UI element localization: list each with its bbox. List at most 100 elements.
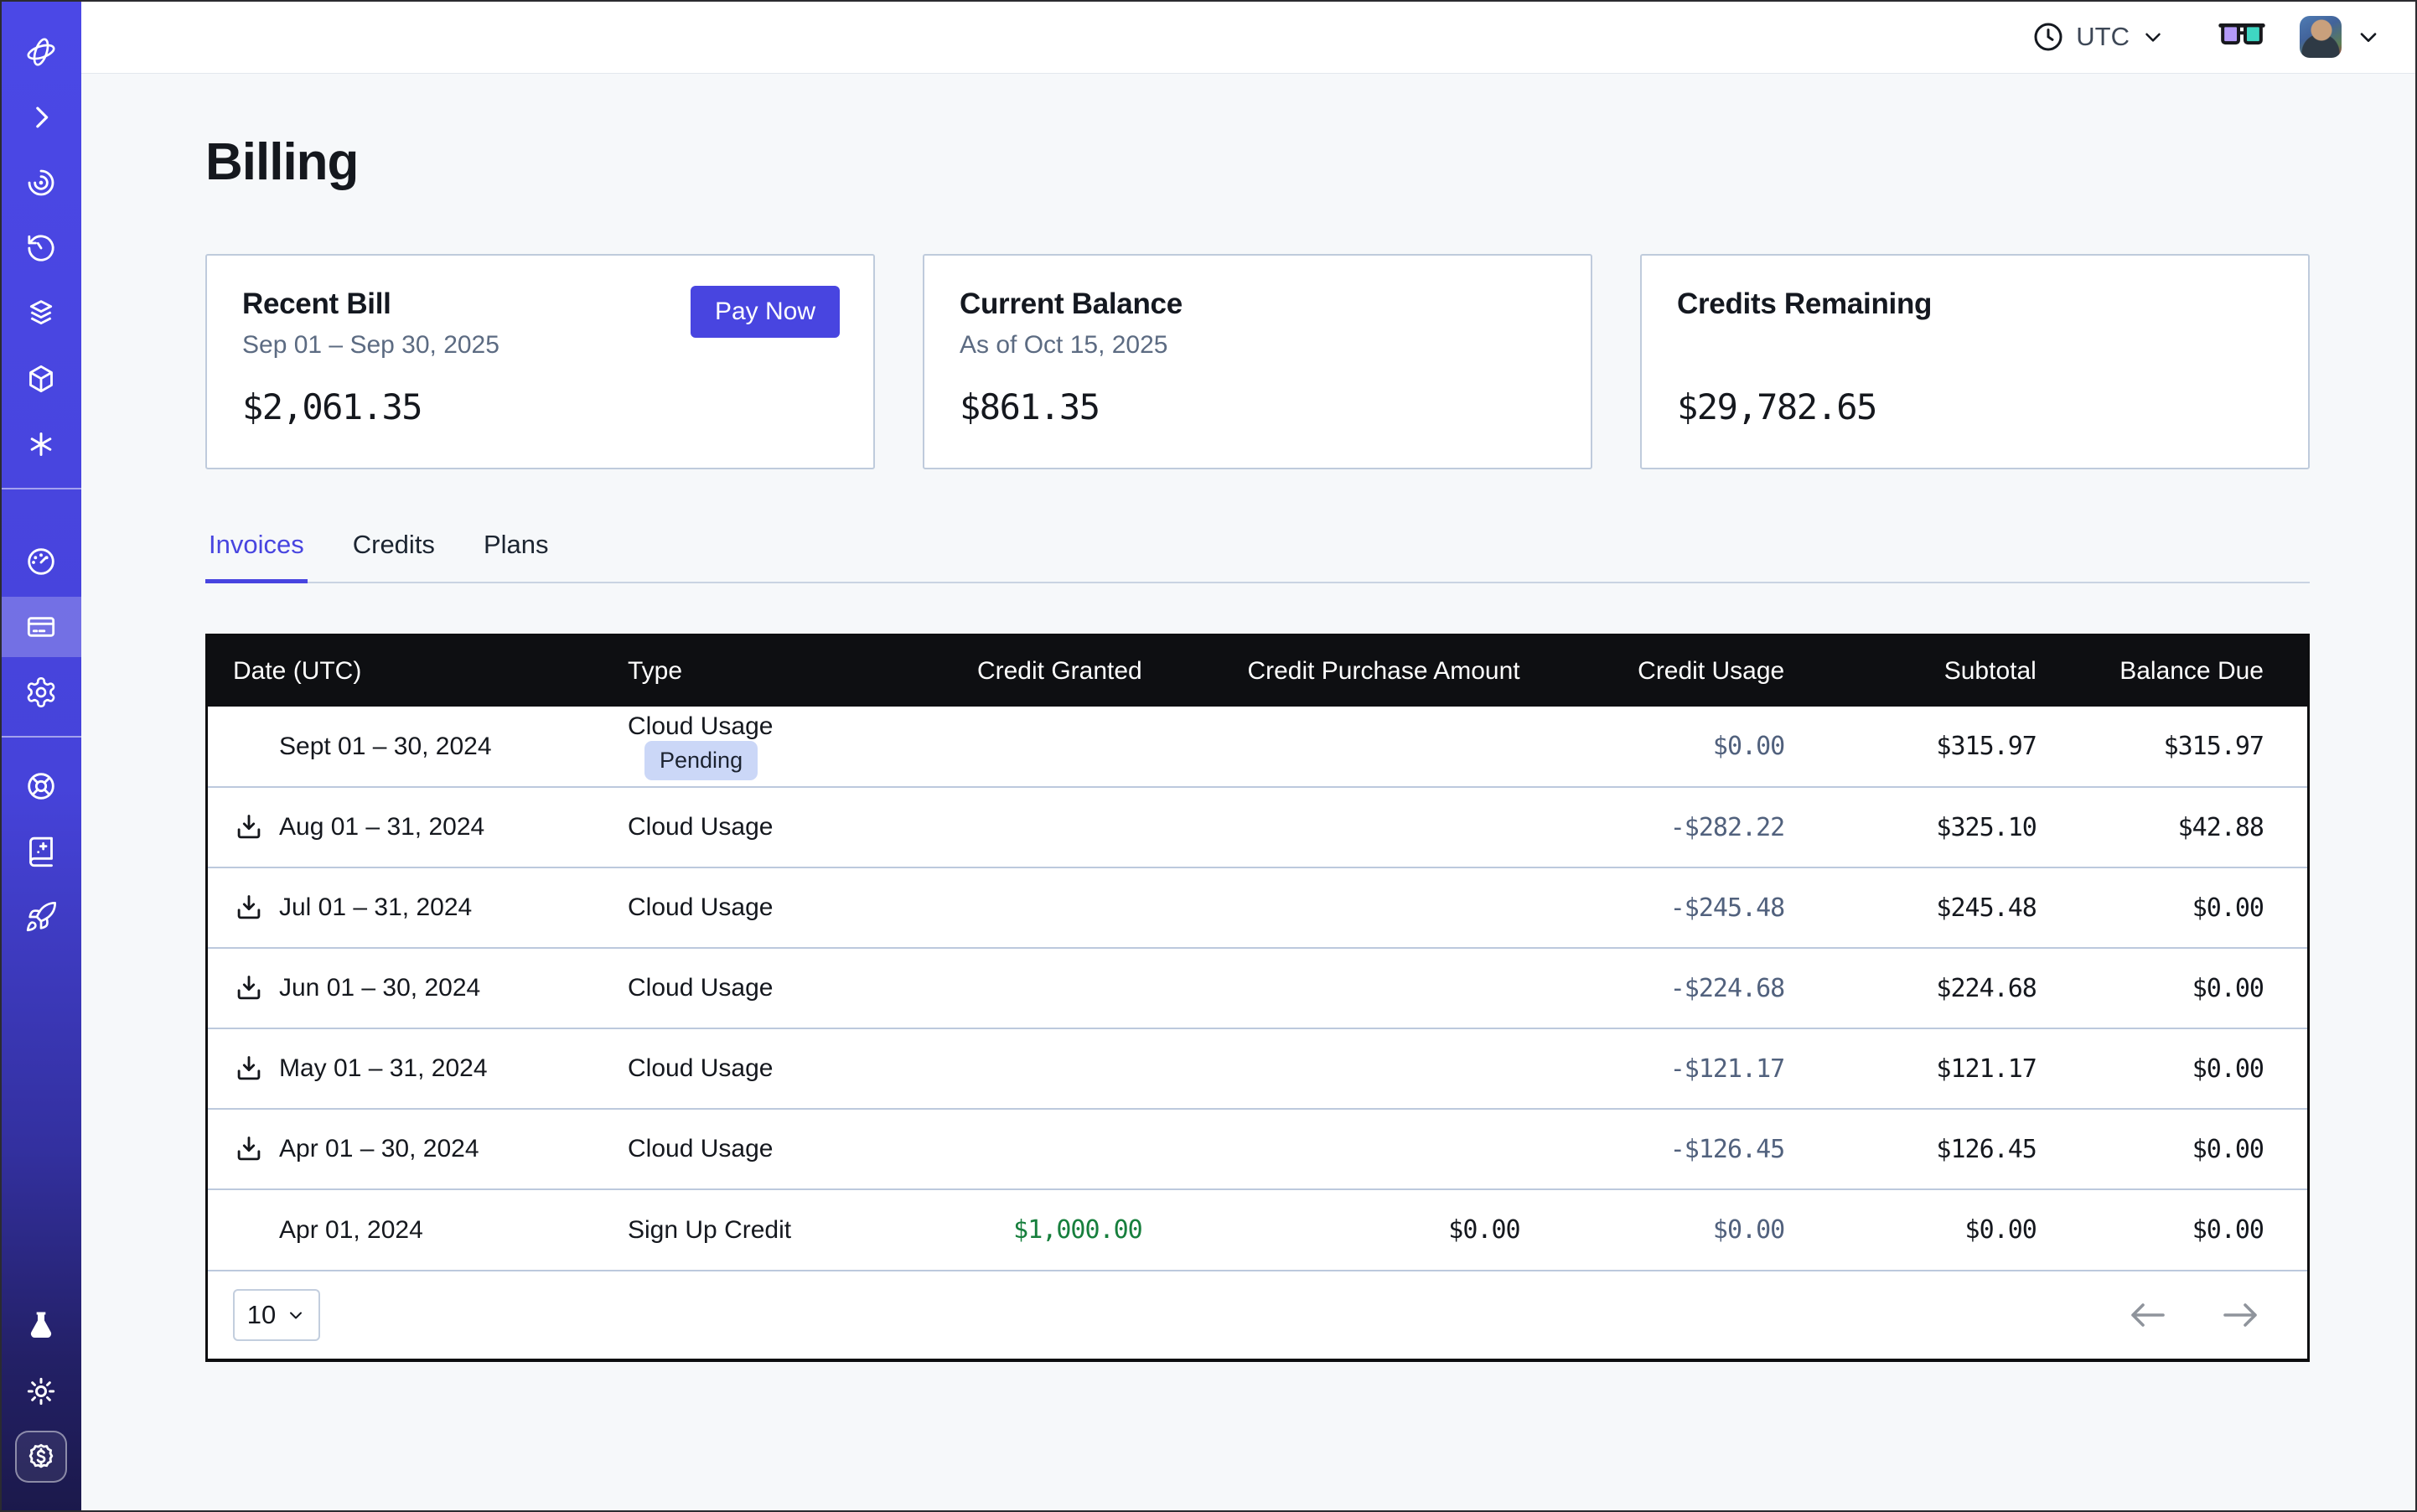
invoice-type-cell: Cloud Usage	[628, 787, 880, 867]
asterisk-icon	[24, 427, 58, 461]
dollar-badge-icon	[23, 1439, 59, 1474]
sidebar-item-usage[interactable]	[0, 531, 81, 592]
download-invoice-icon[interactable]	[233, 972, 265, 1004]
invoice-type: Cloud Usage	[628, 1054, 773, 1082]
card-title: Current Balance	[960, 287, 1555, 321]
invoice-type: Cloud Usage	[628, 813, 773, 841]
glasses-icon	[2218, 23, 2266, 51]
tab-invoices[interactable]: Invoices	[205, 530, 308, 583]
user-avatar[interactable]	[2300, 16, 2342, 58]
column-header: Subtotal	[1784, 636, 2037, 707]
invoice-date-cell: Jun 01 – 30, 2024	[208, 948, 628, 1028]
credit-granted-cell	[880, 867, 1142, 948]
balance-due-cell: $0.00	[2037, 948, 2307, 1028]
tab-plans[interactable]: Plans	[480, 530, 552, 583]
invoice-row: Apr 01 – 30, 2024Cloud Usage-$126.45$126…	[208, 1109, 2307, 1189]
pagination-controls	[2128, 1301, 2260, 1329]
sidebar-item-asterisk[interactable]	[0, 414, 81, 474]
credit-card-icon	[24, 610, 58, 644]
credit-usage-cell: -$224.68	[1520, 948, 1785, 1028]
invoice-type-cell: Cloud UsagePending	[628, 707, 880, 787]
status-badge: Pending	[644, 741, 758, 780]
recent-bill-amount: $2,061.35	[242, 386, 838, 427]
timezone-picker[interactable]: UTC	[2031, 20, 2166, 54]
invoice-row: May 01 – 31, 2024Cloud Usage-$121.17$121…	[208, 1028, 2307, 1109]
sidebar-item-theme-toggle[interactable]	[0, 1361, 81, 1421]
invoice-date-cell: May 01 – 31, 2024	[208, 1028, 628, 1109]
sidebar-item-layers[interactable]	[0, 283, 81, 344]
download-invoice-icon[interactable]	[233, 1053, 265, 1085]
download-invoice-icon[interactable]	[233, 1133, 265, 1165]
invoice-type: Cloud Usage	[628, 974, 773, 1002]
app-window: UTC Billing Recent Bill Sep 01	[0, 0, 2417, 1512]
tab-credits[interactable]: Credits	[349, 530, 438, 583]
sidebar-expand-button[interactable]	[0, 87, 81, 148]
subtotal-cell: $245.48	[1784, 867, 2037, 948]
subtotal-cell: $224.68	[1784, 948, 2037, 1028]
invoice-type-cell: Cloud Usage	[628, 1028, 880, 1109]
invoice-date-cell: Apr 01, 2024	[208, 1189, 628, 1270]
layers-icon	[24, 297, 58, 330]
subtotal-cell: $126.45	[1784, 1109, 2037, 1189]
sidebar-item-support[interactable]	[0, 756, 81, 816]
user-menu-button[interactable]	[2355, 23, 2382, 50]
invoice-row: Aug 01 – 31, 2024Cloud Usage-$282.22$325…	[208, 787, 2307, 867]
column-header: Credit Purchase Amount	[1142, 636, 1520, 707]
invoice-type-cell: Sign Up Credit	[628, 1189, 880, 1270]
chevron-right-icon	[24, 101, 58, 134]
sidebar-item-credits-offer[interactable]	[0, 1427, 81, 1487]
previous-page-button[interactable]	[2128, 1301, 2168, 1329]
sidebar	[0, 0, 81, 1512]
wheel-icon	[24, 769, 58, 803]
sidebar-item-getting-started[interactable]	[0, 887, 81, 947]
download-invoice-icon[interactable]	[233, 892, 265, 924]
invoice-period: Apr 01, 2024	[279, 1216, 423, 1245]
summary-cards: Recent Bill Sep 01 – Sep 30, 2025 $2,061…	[205, 254, 2310, 469]
sidebar-item-docs[interactable]	[0, 821, 81, 882]
topbar: UTC	[81, 0, 2417, 74]
invoice-date-cell: Apr 01 – 30, 2024	[208, 1109, 628, 1189]
credit-purchase-amount-cell	[1142, 867, 1520, 948]
credit-usage-cell: -$126.45	[1520, 1109, 1785, 1189]
credit-purchase-amount-cell: $0.00	[1142, 1189, 1520, 1270]
page-size-value: 10	[247, 1300, 276, 1330]
balance-due-cell: $42.88	[2037, 787, 2307, 867]
credit-granted-cell	[880, 948, 1142, 1028]
credits-remaining-card: Credits Remaining $29,782.65	[1640, 254, 2310, 469]
sidebar-item-cube[interactable]	[0, 349, 81, 409]
reader-mode-button[interactable]	[2218, 23, 2266, 51]
cube-icon	[24, 362, 58, 396]
credit-purchase-amount-cell	[1142, 1028, 1520, 1109]
balance-due-cell: $0.00	[2037, 867, 2307, 948]
timezone-label: UTC	[2076, 22, 2130, 52]
invoice-date-cell: Sept 01 – 30, 2024	[208, 707, 628, 787]
sidebar-item-history[interactable]	[0, 218, 81, 278]
invoice-row: Apr 01, 2024 Sign Up Credit$1,000.00$0.00…	[208, 1189, 2307, 1270]
invoice-period: Aug 01 – 31, 2024	[279, 813, 484, 841]
balance-due-cell: $0.00	[2037, 1028, 2307, 1109]
sidebar-item-labs[interactable]	[0, 1296, 81, 1356]
app-logo[interactable]	[0, 22, 81, 82]
page-title: Billing	[205, 132, 2310, 192]
card-title: Credits Remaining	[1677, 287, 2273, 321]
credit-purchase-amount-cell	[1142, 787, 1520, 867]
subtotal-cell: $121.17	[1784, 1028, 2037, 1109]
invoice-row: Jun 01 – 30, 2024Cloud Usage -$224.68$224…	[208, 948, 2307, 1028]
pay-now-button[interactable]: Pay Now	[691, 286, 840, 338]
invoice-row: Sept 01 – 30, 2024Cloud UsagePending$0.0…	[208, 707, 2307, 787]
invoice-table-body: Sept 01 – 30, 2024Cloud UsagePending$0.0…	[208, 707, 2307, 1270]
next-page-button[interactable]	[2220, 1301, 2260, 1329]
arrow-left-icon	[2128, 1301, 2168, 1329]
download-invoice-icon[interactable]	[233, 811, 265, 843]
current-balance-amount: $861.35	[960, 386, 1555, 427]
sidebar-item-settings[interactable]	[0, 662, 81, 722]
card-subtitle	[1677, 331, 2273, 363]
chevron-down-icon	[2140, 24, 2166, 49]
sidebar-item-spiral[interactable]	[0, 153, 81, 213]
sidebar-item-billing[interactable]	[0, 597, 81, 657]
credit-granted-cell: $1,000.00	[880, 1189, 1142, 1270]
page-size-select[interactable]: 10	[233, 1289, 320, 1341]
flask-icon	[24, 1309, 58, 1343]
sidebar-divider	[0, 736, 81, 738]
invoice-period: Sept 01 – 30, 2024	[279, 733, 492, 761]
